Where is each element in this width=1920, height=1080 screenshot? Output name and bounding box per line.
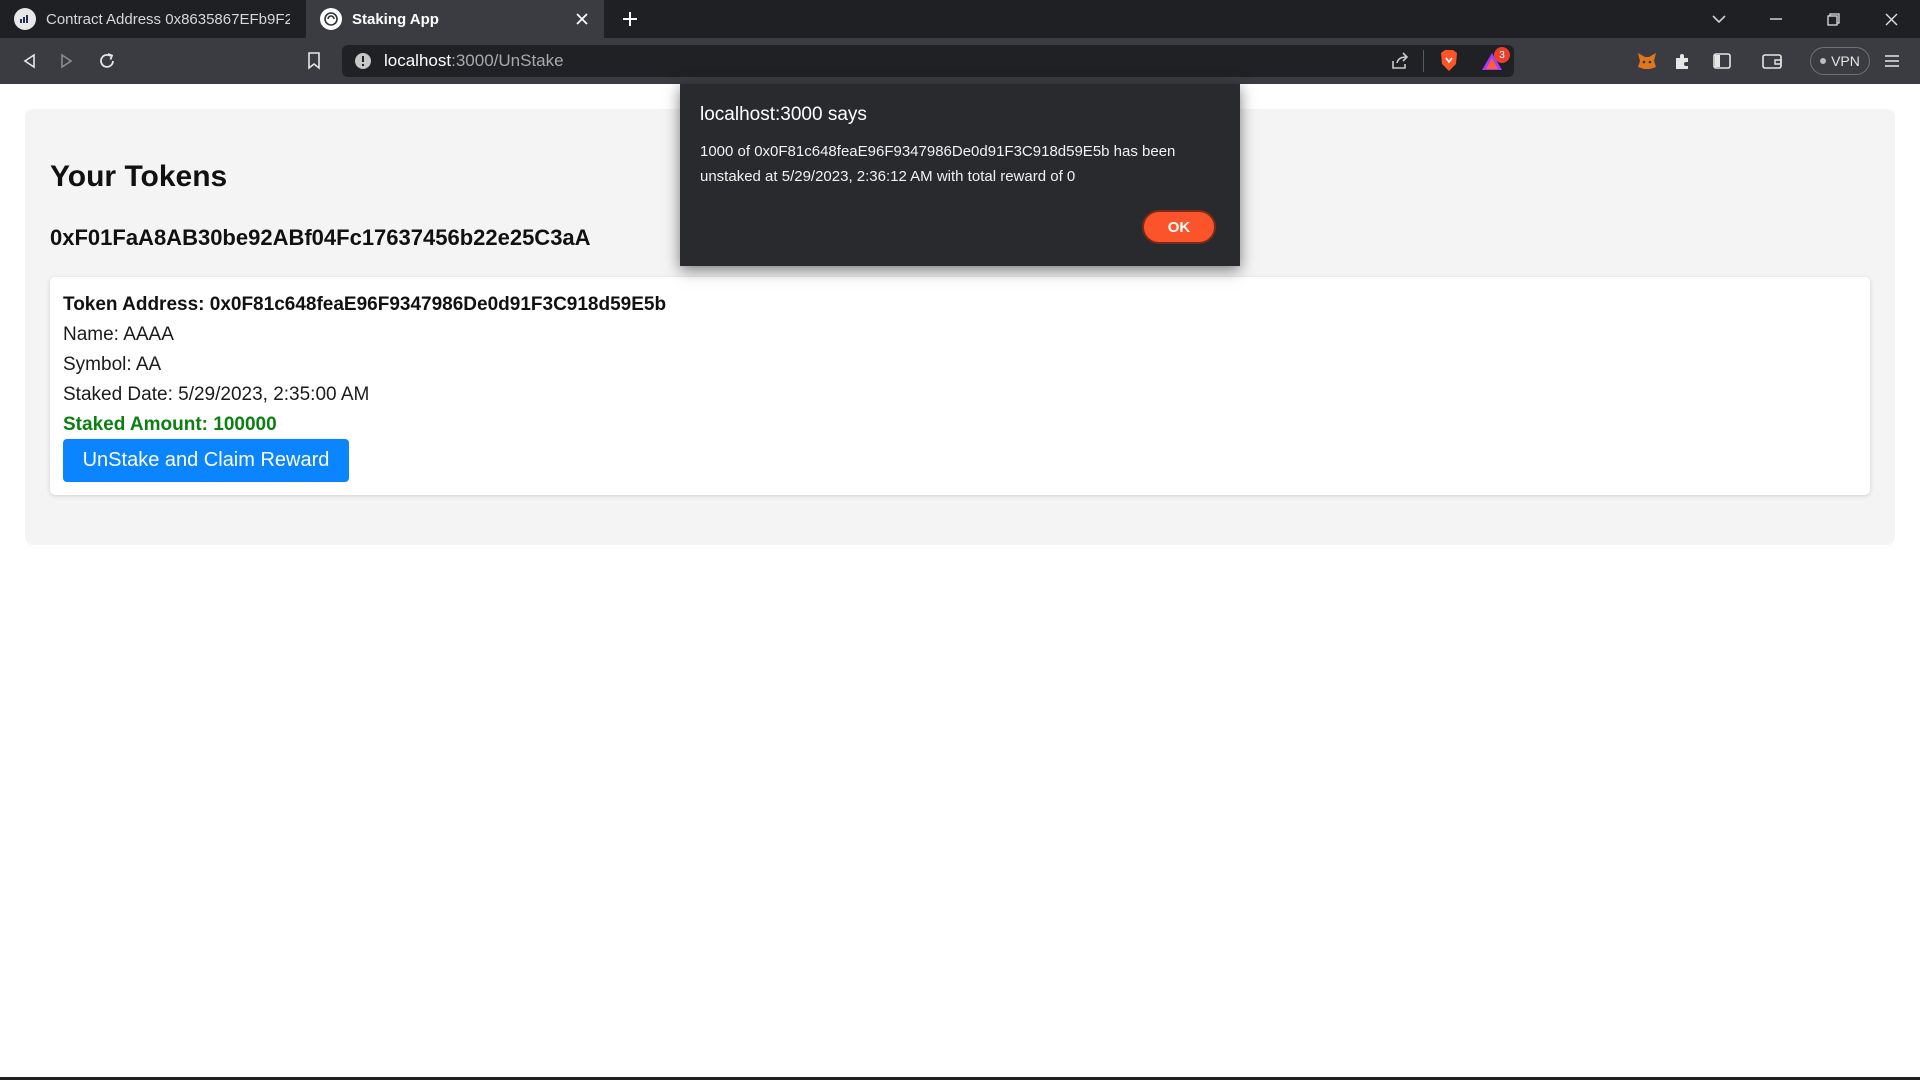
back-icon[interactable] (14, 46, 44, 76)
tab-staking-app[interactable]: Staking App (306, 0, 604, 38)
vpn-label: VPN (1831, 53, 1860, 69)
menu-icon[interactable] (1877, 46, 1907, 76)
sidebar-icon[interactable] (1707, 46, 1737, 76)
wallet-icon[interactable] (1757, 46, 1787, 76)
brave-shields-icon[interactable] (1438, 49, 1460, 78)
close-window-button[interactable] (1868, 0, 1914, 38)
close-icon[interactable] (572, 9, 592, 29)
unstake-claim-button[interactable]: UnStake and Claim Reward (63, 439, 349, 482)
address-bar-divider (1423, 50, 1424, 72)
tab-contract-address[interactable]: Contract Address 0x8635867EFb9F2fca (0, 0, 302, 38)
tab-search-chevron-icon[interactable] (1696, 0, 1742, 38)
url-text: localhost:3000/UnStake (384, 51, 564, 71)
page-title: Your Tokens (50, 160, 228, 193)
notification-badge: 3 (1494, 47, 1510, 63)
forward-icon[interactable] (52, 46, 82, 76)
metamask-icon[interactable] (1632, 46, 1662, 76)
url-path: :3000/UnStake (451, 51, 564, 70)
minimize-button[interactable] (1753, 0, 1799, 38)
token-name: Name: AAAA (63, 324, 174, 345)
address-bar[interactable]: localhost:3000/UnStake 3 (342, 45, 1514, 77)
etherscan-icon (14, 8, 36, 30)
new-tab-button[interactable] (616, 6, 644, 32)
alert-message: 1000 of 0x0F81c648feaE96F9347986De0d91F3… (700, 143, 1176, 185)
vpn-status-dot (1820, 58, 1827, 64)
bookmark-icon[interactable] (299, 46, 329, 76)
token-address: Token Address: 0x0F81c648feaE96F9347986D… (63, 294, 667, 315)
app-icon (320, 8, 342, 30)
token-symbol: Symbol: AA (63, 354, 162, 375)
wallet-address: 0xF01FaA8AB30be92ABf04Fc17637456b22e25C3… (50, 225, 591, 250)
alert-dialog: localhost:3000 says 1000 of 0x0F81c648fe… (680, 84, 1240, 266)
site-info-icon[interactable] (354, 52, 372, 75)
ok-button[interactable]: OK (1142, 210, 1216, 244)
share-icon[interactable] (1390, 51, 1410, 76)
staked-date: Staked Date: 5/29/2023, 2:35:00 AM (63, 384, 370, 405)
vpn-button[interactable]: VPN (1810, 47, 1870, 75)
tab-title: Staking App (352, 10, 439, 28)
puzzle-icon[interactable] (1667, 46, 1697, 76)
restore-button[interactable] (1810, 0, 1856, 38)
staked-amount: Staked Amount: 100000 (63, 414, 277, 435)
tab-strip: Contract Address 0x8635867EFb9F2fca Stak… (0, 0, 1920, 38)
reload-icon[interactable] (92, 46, 122, 76)
url-host: localhost (384, 51, 452, 70)
alert-title: localhost:3000 says (700, 104, 867, 125)
tab-title: Contract Address 0x8635867EFb9F2fca (46, 10, 290, 28)
